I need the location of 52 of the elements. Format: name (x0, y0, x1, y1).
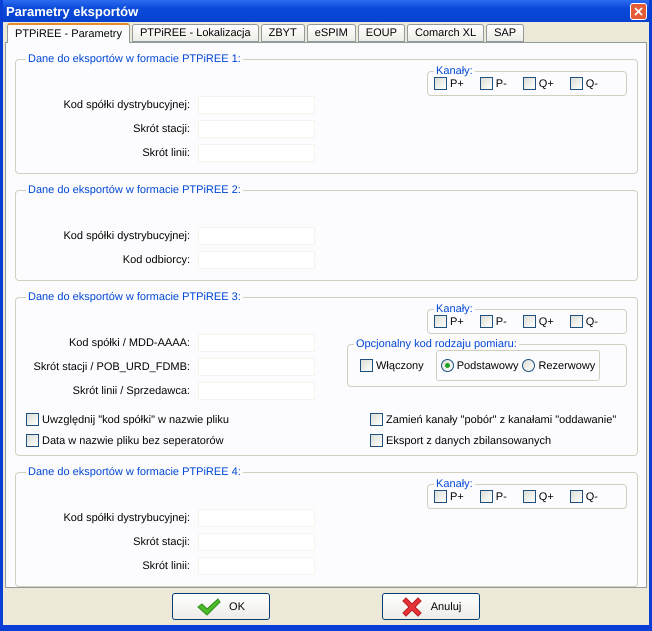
channel-checkbox[interactable]: P+ (434, 315, 464, 328)
field-label: Skrót stacji / POB_URD_FDMB: (32, 361, 190, 373)
channel-checkbox[interactable]: Q+ (522, 77, 554, 90)
field-label: Skrót linii: (141, 560, 190, 572)
field-label: Skrót stacji: (132, 123, 190, 135)
radio-button[interactable]: Podstawowy (440, 359, 518, 372)
tab[interactable]: PTPiREE - Parametry (7, 23, 130, 43)
option-checkbox[interactable]: Zamień kanały "pobór" z kanałami "oddawanie" (370, 413, 627, 426)
channels-title: Kanały: (435, 65, 474, 77)
channel-checkbox[interactable]: Q+ (522, 490, 554, 503)
channel-checkbox[interactable]: Q- (570, 315, 598, 328)
group-title: Dane do eksportów w formacie PTPiREE 4: (27, 466, 242, 478)
tab[interactable]: ZBYT (260, 24, 305, 42)
channel-checkbox[interactable]: Q- (570, 77, 598, 90)
group-title: Dane do eksportów w formacie PTPiREE 2: (27, 184, 242, 196)
tab[interactable]: Comarch XL (406, 24, 484, 42)
group-title: Dane do eksportów w formacie PTPiREE 1: (27, 53, 242, 65)
option-checkbox[interactable]: Uwzględnij "kod spółki" w nazwie pliku (26, 413, 370, 426)
cancel-button[interactable]: Anuluj (382, 593, 480, 620)
cross-icon (400, 596, 423, 618)
optional-code-title: Opcjonalny kod rodzaju pomiaru: (355, 338, 518, 350)
checkmark-icon (197, 598, 222, 616)
radio-button[interactable]: Rezerwowy (522, 359, 596, 372)
enabled-checkbox[interactable]: Włączony (360, 359, 424, 372)
channel-checkbox[interactable]: Q- (570, 490, 598, 503)
channel-checkbox[interactable]: P+ (434, 490, 464, 503)
field-label: Skrót linii: (141, 147, 190, 159)
field-label: Kod spółki dystrybucyjnej: (62, 99, 190, 111)
channel-checkbox[interactable]: Q+ (522, 315, 554, 328)
field-label: Skrót stacji: (132, 536, 190, 548)
close-button[interactable] (630, 2, 647, 20)
field-label: Skrót linii / Sprzedawca: (72, 385, 190, 397)
field-label: Kod spółki dystrybucyjnej: (62, 230, 190, 242)
close-icon (634, 6, 643, 16)
field-label: Kod spółki / MDD-AAAA: (68, 337, 190, 349)
option-checkbox[interactable]: Eksport z danych zbilansowanych (370, 434, 627, 447)
tab[interactable]: eSPIM (306, 24, 356, 42)
window-title: Parametry eksportów (6, 4, 138, 18)
channel-checkbox[interactable]: P- (480, 315, 507, 328)
channels-title: Kanały: (435, 478, 474, 490)
channel-checkbox[interactable]: P+ (434, 77, 464, 90)
channels-title: Kanały: (435, 303, 474, 315)
option-checkbox[interactable]: Data w nazwie pliku bez seperatorów (26, 434, 370, 447)
tab[interactable]: EOUP (358, 24, 405, 42)
tab[interactable]: SAP (486, 24, 524, 42)
channel-checkbox[interactable]: P- (480, 77, 507, 90)
channel-checkbox[interactable]: P- (480, 490, 507, 503)
field-label: Kod spółki dystrybucyjnej: (62, 512, 190, 524)
tab[interactable]: PTPiREE - Lokalizacja (132, 24, 259, 42)
field-label: Kod odbiorcy: (122, 254, 190, 266)
group-title: Dane do eksportów w formacie PTPiREE 3: (27, 291, 242, 303)
ok-button[interactable]: OK (172, 593, 270, 620)
